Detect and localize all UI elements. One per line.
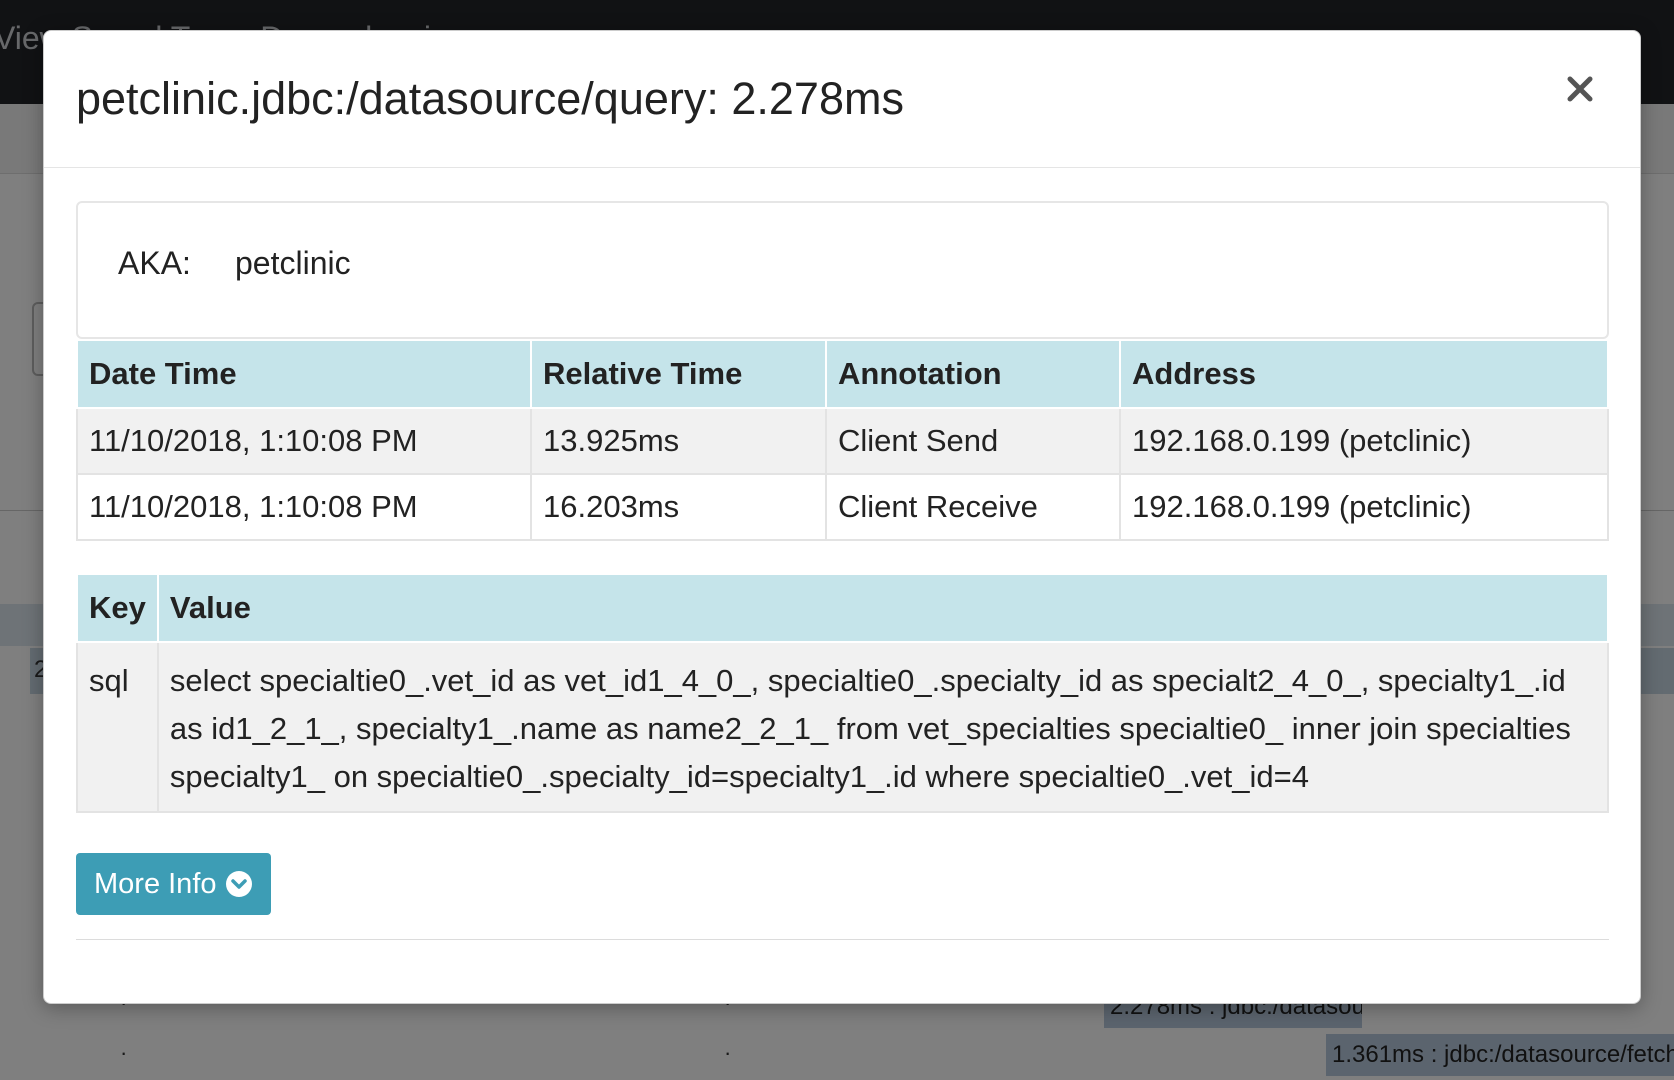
modal-body: AKA: petclinic Date Time Relative Time A… bbox=[76, 201, 1610, 915]
more-info-button[interactable]: More Info bbox=[76, 853, 271, 915]
table-row: 11/10/2018, 1:10:08 PM 13.925ms Client S… bbox=[76, 407, 1609, 475]
span-detail-modal: petclinic.jdbc:/datasource/query: 2.278m… bbox=[43, 30, 1641, 1004]
column-header-key: Key bbox=[76, 573, 159, 643]
more-info-label: More Info bbox=[94, 867, 217, 900]
table-header-row: Key Value bbox=[76, 573, 1610, 643]
column-header-value: Value bbox=[156, 573, 1610, 643]
column-header-date-time: Date Time bbox=[76, 339, 532, 409]
cell-address: 192.168.0.199 (petclinic) bbox=[1119, 473, 1609, 541]
cell-date-time: 11/10/2018, 1:10:08 PM bbox=[76, 473, 532, 541]
cell-value: select specialtie0_.vet_id as vet_id1_4_… bbox=[156, 641, 1610, 813]
close-icon bbox=[1567, 76, 1593, 102]
modal-header: petclinic.jdbc:/datasource/query: 2.278m… bbox=[44, 31, 1640, 168]
column-header-relative-time: Relative Time bbox=[530, 339, 827, 409]
modal-footer-divider bbox=[76, 939, 1609, 940]
column-header-annotation: Annotation bbox=[825, 339, 1121, 409]
modal-title: petclinic.jdbc:/datasource/query: 2.278m… bbox=[76, 73, 904, 124]
table-row: sql select specialtie0_.vet_id as vet_id… bbox=[76, 641, 1610, 813]
aka-label: AKA: bbox=[118, 245, 191, 281]
cell-key: sql bbox=[76, 641, 159, 813]
cell-address: 192.168.0.199 (petclinic) bbox=[1119, 407, 1609, 475]
cell-relative-time: 16.203ms bbox=[530, 473, 827, 541]
cell-relative-time: 13.925ms bbox=[530, 407, 827, 475]
aka-panel: AKA: petclinic bbox=[76, 201, 1609, 339]
table-header-row: Date Time Relative Time Annotation Addre… bbox=[76, 339, 1609, 409]
cell-date-time: 11/10/2018, 1:10:08 PM bbox=[76, 407, 532, 475]
table-row: 11/10/2018, 1:10:08 PM 16.203ms Client R… bbox=[76, 473, 1609, 541]
cell-annotation: Client Send bbox=[825, 407, 1121, 475]
chevron-down-circle-icon bbox=[225, 871, 252, 897]
aka-value: petclinic bbox=[235, 245, 351, 281]
close-button[interactable] bbox=[1558, 67, 1602, 111]
cell-annotation: Client Receive bbox=[825, 473, 1121, 541]
tags-table: Key Value sql select specialtie0_.vet_id… bbox=[76, 573, 1610, 813]
annotations-table: Date Time Relative Time Annotation Addre… bbox=[76, 339, 1609, 541]
column-header-address: Address bbox=[1119, 339, 1609, 409]
